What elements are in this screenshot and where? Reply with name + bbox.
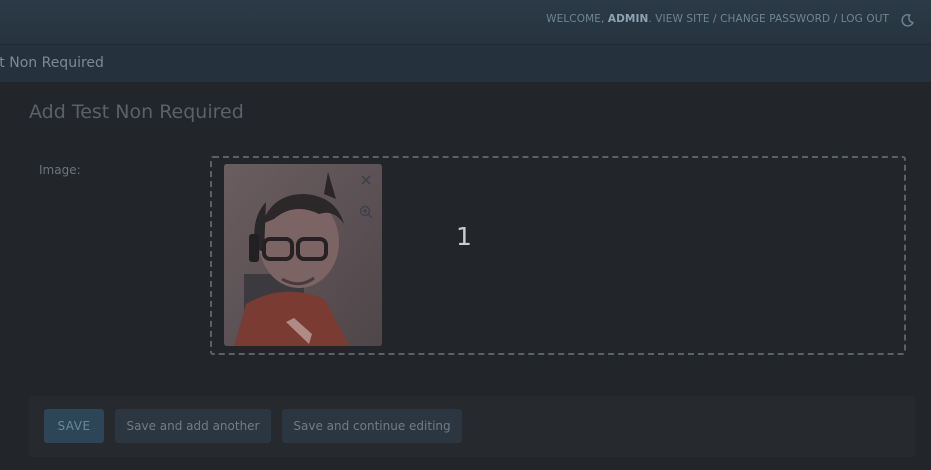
zoom-in-icon[interactable] xyxy=(356,202,376,222)
image-label: Image: xyxy=(39,163,81,177)
image-dropzone[interactable]: 1 xyxy=(210,156,906,355)
view-site-link[interactable]: VIEW SITE xyxy=(655,13,709,25)
breadcrumb: st Non Required xyxy=(0,44,931,83)
change-password-link[interactable]: CHANGE PASSWORD xyxy=(720,13,830,25)
file-count: 1 xyxy=(456,222,472,251)
thumbnail-photo xyxy=(224,164,382,346)
image-thumbnail[interactable] xyxy=(224,164,382,346)
username: ADMIN xyxy=(607,13,649,25)
user-tools: WELCOME, ADMIN. VIEW SITE / CHANGE PASSW… xyxy=(546,13,889,25)
logout-link[interactable]: LOG OUT xyxy=(841,13,889,25)
header-bar: WELCOME, ADMIN. VIEW SITE / CHANGE PASSW… xyxy=(0,0,931,44)
submit-row: SAVE Save and add another Save and conti… xyxy=(29,396,915,457)
close-icon[interactable] xyxy=(356,170,376,190)
welcome-text: WELCOME, xyxy=(546,13,605,25)
breadcrumb-current: st Non Required xyxy=(0,55,104,71)
save-and-add-another-button[interactable]: Save and add another xyxy=(115,409,271,443)
moon-icon[interactable] xyxy=(900,13,915,28)
save-and-continue-button[interactable]: Save and continue editing xyxy=(282,409,462,443)
save-button[interactable]: SAVE xyxy=(44,409,104,443)
page-title: Add Test Non Required xyxy=(29,101,244,123)
